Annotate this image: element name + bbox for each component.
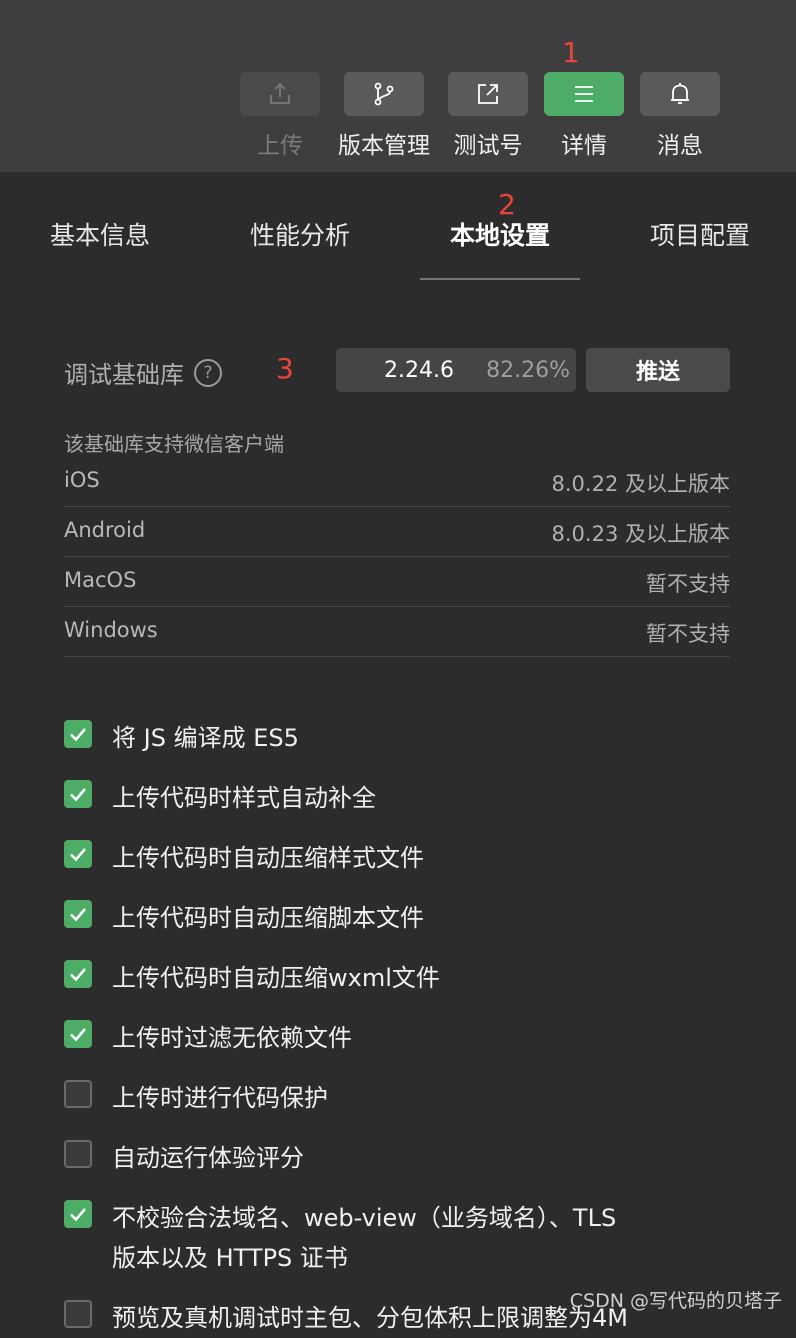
- check-icon: [70, 908, 86, 922]
- support-version: 8.0.22 及以上版本: [551, 472, 730, 496]
- details-tabs: 基本信息 性能分析 本地设置 项目配置: [0, 172, 796, 282]
- toolbar: 上传 版本管理 测试号 详情 消息: [0, 0, 796, 172]
- menu-icon: [575, 86, 593, 102]
- support-os: Android: [64, 518, 146, 542]
- debug-library-text: 调试基础库: [64, 361, 184, 389]
- option-label: 上传代码时自动压缩脚本文件: [112, 904, 424, 932]
- checkbox-checked[interactable]: [64, 960, 92, 988]
- option-label: 上传代码时样式自动补全: [112, 784, 376, 812]
- check-icon: [70, 848, 86, 862]
- support-row-ios: iOS 8.0.22 及以上版本: [64, 456, 730, 507]
- option-label: 上传时过滤无依赖文件: [112, 1024, 352, 1052]
- check-icon: [70, 968, 86, 982]
- debug-library-label: 调试基础库 ?: [64, 355, 222, 390]
- support-os: iOS: [64, 468, 100, 492]
- bell-icon: [671, 83, 689, 104]
- support-version: 暂不支持: [646, 572, 730, 596]
- tab-basic-info[interactable]: 基本信息: [20, 216, 180, 252]
- checkbox-checked[interactable]: [64, 840, 92, 868]
- checkbox-checked[interactable]: [64, 780, 92, 808]
- details-button[interactable]: 详情: [544, 72, 624, 162]
- support-title: 该基础库支持微信客户端: [64, 432, 284, 456]
- support-row-android: Android 8.0.23 及以上版本: [64, 506, 730, 557]
- check-icon: [70, 1208, 86, 1222]
- option-label: 预览及真机调试时主包、分包体积上限调整为4M: [112, 1304, 628, 1332]
- option-label: 上传代码时自动压缩样式文件: [112, 844, 424, 872]
- upload-button[interactable]: 上传: [240, 72, 320, 162]
- support-row-macos: MacOS 暂不支持: [64, 556, 730, 607]
- tab-performance[interactable]: 性能分析: [220, 216, 380, 252]
- active-tab-indicator: [420, 278, 580, 280]
- checkbox-unchecked[interactable]: [64, 1300, 92, 1328]
- option-label-line2: 版本以及 HTTPS 证书: [112, 1244, 348, 1272]
- watermark: CSDN @写代码的贝塔子: [569, 1290, 782, 1312]
- test-account-button[interactable]: 测试号: [448, 72, 528, 162]
- version-manage-label: 版本管理: [338, 133, 430, 159]
- option-label: 上传时进行代码保护: [112, 1084, 328, 1112]
- option-label: 将 JS 编译成 ES5: [112, 724, 299, 752]
- option-label: 不校验合法域名、web-view（业务域名）、TLS: [112, 1204, 617, 1232]
- library-version-percent: 82.26%: [486, 357, 570, 383]
- tab-project-config[interactable]: 项目配置: [620, 216, 780, 252]
- option-label: 自动运行体验评分: [112, 1144, 304, 1172]
- annotation-3: 3: [276, 352, 294, 385]
- git-branch-icon: [374, 82, 394, 106]
- checkbox-checked[interactable]: [64, 1200, 92, 1228]
- checkbox-unchecked[interactable]: [64, 1140, 92, 1168]
- check-icon: [70, 728, 86, 742]
- annotation-1: 1: [562, 36, 580, 69]
- option-label: 上传代码时自动压缩wxml文件: [112, 964, 440, 992]
- library-version-value: 2.24.6: [384, 357, 454, 383]
- check-icon: [70, 1028, 86, 1042]
- support-version: 8.0.23 及以上版本: [551, 522, 730, 546]
- support-os: Windows: [64, 618, 158, 642]
- library-version-select[interactable]: 2.24.6 82.26%: [336, 348, 576, 392]
- help-icon[interactable]: ?: [194, 358, 222, 387]
- checkbox-checked[interactable]: [64, 1020, 92, 1048]
- upload-label: 上传: [257, 133, 303, 159]
- external-link-icon: [478, 84, 498, 104]
- push-button[interactable]: 推送: [586, 348, 730, 392]
- support-version: 暂不支持: [646, 622, 730, 646]
- checkbox-checked[interactable]: [64, 720, 92, 748]
- checkbox-checked[interactable]: [64, 900, 92, 928]
- check-icon: [70, 788, 86, 802]
- version-manage-button[interactable]: 版本管理: [338, 72, 430, 162]
- tab-local-settings[interactable]: 本地设置: [420, 216, 580, 252]
- messages-button[interactable]: 消息: [640, 72, 720, 162]
- upload-icon: [270, 82, 290, 104]
- messages-label: 消息: [657, 133, 703, 159]
- support-row-windows: Windows 暂不支持: [64, 606, 730, 657]
- checkbox-unchecked[interactable]: [64, 1080, 92, 1108]
- support-os: MacOS: [64, 568, 137, 592]
